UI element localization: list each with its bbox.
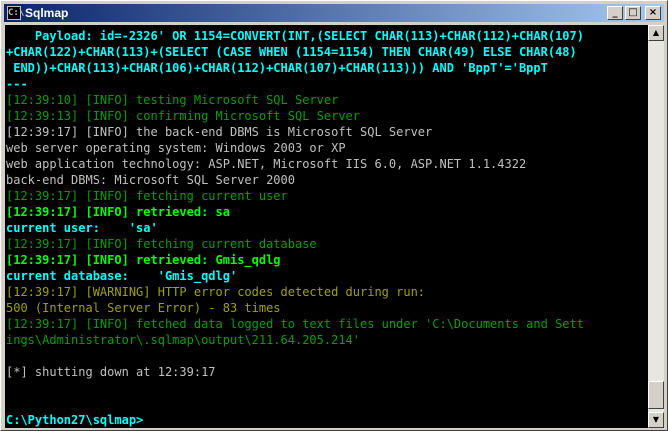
console-line: +CHAR(122)+CHAR(113)+(SELECT (CASE WHEN … [6, 45, 577, 59]
console-line: END))+CHAR(113)+CHAR(106)+CHAR(112)+CHAR… [6, 61, 548, 75]
scroll-thumb[interactable] [648, 381, 664, 409]
console-line: [12:39:17] [INFO] the back-end DBMS is M… [6, 125, 433, 139]
console-line: --- [6, 77, 28, 91]
console-line: current database: 'Gmis_qdlg' [6, 269, 238, 283]
console-line: [12:39:17] [INFO] fetched data logged to… [6, 317, 584, 331]
console-line: ings\Administrator\.sqlmap\output\211.64… [6, 333, 361, 347]
console-line: [12:39:13] [INFO] confirming Microsoft S… [6, 109, 361, 123]
minimize-button[interactable]: _ [607, 6, 623, 20]
console-window: C:\ Sqlmap _ □ × Payload: id=-2326' OR 1… [0, 0, 668, 431]
console-line: [12:39:17] [INFO] retrieved: sa [6, 205, 230, 219]
close-button[interactable]: × [645, 6, 661, 20]
console-line: 500 (Internal Server Error) - 83 times [6, 301, 281, 315]
console-line: C:\Python27\sqlmap> [6, 413, 144, 427]
console-app-icon[interactable]: C:\ [7, 6, 24, 20]
console-line: [12:39:17] [WARNING] HTTP error codes de… [6, 285, 426, 299]
console-line: [12:39:17] [INFO] fetching current user [6, 189, 288, 203]
console-lines: Payload: id=-2326' OR 1154=CONVERT(INT,(… [6, 28, 648, 428]
console-output[interactable]: Payload: id=-2326' OR 1154=CONVERT(INT,(… [5, 25, 648, 428]
title-bar[interactable]: C:\ Sqlmap _ □ × [4, 4, 664, 22]
console-line: web server operating system: Windows 200… [6, 141, 346, 155]
window-controls: _ □ × [607, 6, 661, 20]
maximize-button[interactable]: □ [625, 6, 641, 20]
scroll-down-button[interactable]: ▼ [648, 412, 664, 428]
console-line: current user: 'sa' [6, 221, 158, 235]
console-line: [12:39:17] [INFO] fetching current datab… [6, 237, 317, 251]
vertical-scrollbar[interactable]: ▲ ▼ [648, 25, 664, 428]
console-line: [*] shutting down at 12:39:17 [6, 365, 216, 379]
console-line: Payload: id=-2326' OR 1154=CONVERT(INT,(… [6, 29, 584, 43]
scroll-up-button[interactable]: ▲ [648, 25, 664, 41]
console-line: [12:39:17] [INFO] retrieved: Gmis_qdlg [6, 253, 281, 267]
console-line: back-end DBMS: Microsoft SQL Server 2000 [6, 173, 295, 187]
window-title: Sqlmap [25, 6, 69, 20]
console-line: [12:39:10] [INFO] testing Microsoft SQL … [6, 93, 339, 107]
console-line: web application technology: ASP.NET, Mic… [6, 157, 527, 171]
